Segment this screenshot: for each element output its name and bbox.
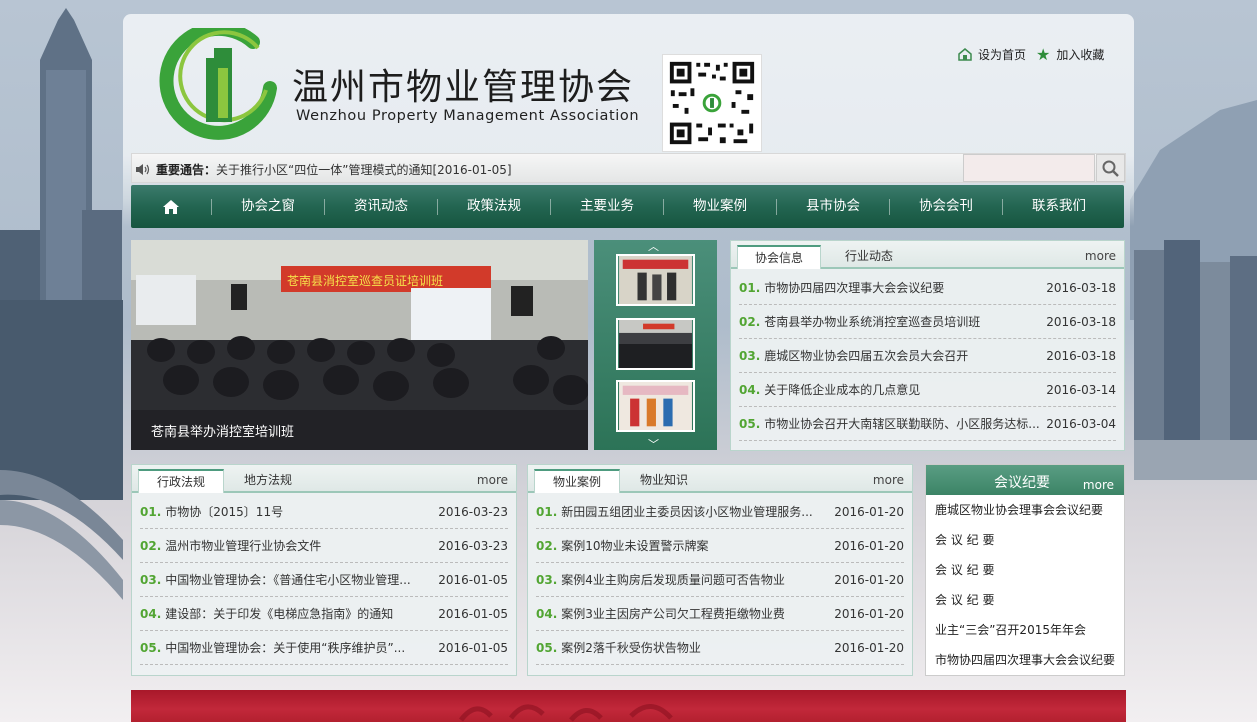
list-item[interactable]: 02. 苍南县举办物业系统消控室巡查员培训班 2016-03-18 [739,305,1116,339]
chevron-up-icon[interactable]: ︿ [648,238,659,254]
list-item[interactable]: 01. 新田园五组团业主委员因该小区物业管理服务... 2016-01-20 [536,495,904,529]
thumbnail-3[interactable] [616,380,695,432]
banner-decoration [459,704,673,722]
news-tabs: 协会信息 行业动态 more [731,241,1124,269]
meeting-minutes-title: 会议纪要 [994,475,1050,491]
tab-administrative-law[interactable]: 行政法规 [138,469,224,493]
nav-item-news[interactable]: 资讯动态 [325,185,437,228]
home-icon [163,199,179,214]
law-panel: 行政法规 地方法规 more 01. 市物协〔2015〕11号 2016-03-23… [131,464,517,676]
list-item[interactable]: 02. 案例10物业未设置警示牌案 2016-01-20 [536,529,904,563]
slideshow-image[interactable]: 苍南县消控室巡查员证培训班 [131,240,588,450]
meeting-minutes-header: 会议纪要 more [926,465,1124,495]
star-icon: ★ [1036,44,1051,64]
cases-panel: 物业案例 物业知识 more 01. 新田园五组团业主委员因该小区物业管理服务..… [527,464,913,676]
meeting-minutes-panel: 会议纪要 more 鹿城区物业协会理事会会议纪要 会 议 纪 要 会 议 纪 要… [925,464,1125,676]
cases-more-link[interactable]: more [873,473,904,487]
top-links: 设为首页 ★ 加入收藏 [958,46,1104,63]
notice-ticker[interactable]: 重要通告：关于推行小区“四位一体”管理模式的通知[2016-01-05] [135,161,512,178]
nav-home[interactable] [131,185,211,228]
list-item[interactable]: 业主“三会”召开2015年年会 [926,615,1124,645]
list-item[interactable]: 会 议 纪 要 [926,525,1124,555]
association-logo [159,28,277,140]
law-more-link[interactable]: more [477,473,508,487]
tab-association-info[interactable]: 协会信息 [737,245,821,269]
search-input[interactable] [963,154,1095,182]
law-tabs: 行政法规 地方法规 more [132,465,516,493]
slideshow-thumbnails: ︿ ﹀ [594,238,717,452]
list-item[interactable]: 会 议 纪 要 [926,555,1124,585]
list-item[interactable]: 03. 案例4业主购房后发现质量问题可否告物业 2016-01-20 [536,563,904,597]
cases-tabs: 物业案例 物业知识 more [528,465,912,493]
tab-property-knowledge[interactable]: 物业知识 [624,469,704,493]
tab-local-law[interactable]: 地方法规 [228,469,308,493]
list-item[interactable]: 05. 中国物业管理协会：关于使用“秩序维护员”... 2016-01-05 [140,631,508,665]
bookmark-link[interactable]: ★ 加入收藏 [1036,46,1104,63]
set-homepage-label: 设为首页 [978,48,1027,62]
thumbnail-2[interactable] [616,318,695,370]
list-item[interactable]: 03. 鹿城区物业协会四届五次会员大会召开 2016-03-18 [739,339,1116,373]
list-item[interactable]: 04. 建设部：关于印发《电梯应急指南》的通知 2016-01-05 [140,597,508,631]
training-photo: 苍南县消控室巡查员证培训班 [131,240,588,450]
list-item[interactable]: 市物协四届四次理事大会会议纪要 [926,645,1124,675]
meeting-minutes-more-link[interactable]: more [1083,478,1114,492]
slide-caption[interactable]: 苍南县举办消控室培训班 [151,421,294,440]
notice-text[interactable]: 关于推行小区“四位一体”管理模式的通知[2016-01-05] [216,163,512,177]
list-item[interactable]: 01. 市物协四届四次理事大会会议纪要 2016-03-18 [739,271,1116,305]
list-item[interactable]: 04. 案例3业主因房产公司欠工程费拒缴物业费 2016-01-20 [536,597,904,631]
home-icon [958,48,972,61]
list-item[interactable]: 04. 关于降低企业成本的几点意见 2016-03-14 [739,373,1116,407]
bottom-banner[interactable] [131,690,1126,722]
set-homepage-link[interactable]: 设为首页 [958,46,1026,63]
nav-item-window[interactable]: 协会之窗 [212,185,324,228]
list-item[interactable]: 05. 案例2落千秋受伤状告物业 2016-01-20 [536,631,904,665]
list-item[interactable]: 会 议 纪 要 [926,585,1124,615]
tab-industry-news[interactable]: 行业动态 [827,245,911,269]
news-panel: 协会信息 行业动态 more 01. 市物协四届四次理事大会会议纪要 2016-03… [730,240,1125,451]
site-subtitle: Wenzhou Property Management Association [296,108,640,124]
news-list: 01. 市物协四届四次理事大会会议纪要 2016-03-18 02. 苍南县举办物业系… [739,271,1116,441]
cases-list: 01. 新田园五组团业主委员因该小区物业管理服务... 2016-01-20 02.… [536,495,904,665]
list-item[interactable]: 03. 中国物业管理协会：《普通住宅小区物业管理... 2016-01-05 [140,563,508,597]
list-item[interactable]: 鹿城区物业协会理事会会议纪要 [926,495,1124,525]
qr-code-image [662,54,762,152]
speaker-icon [136,164,150,175]
list-item[interactable]: 01. 市物协〔2015〕11号 2016-03-23 [140,495,508,529]
thumbnail-1[interactable] [616,254,695,306]
law-list: 01. 市物协〔2015〕11号 2016-03-23 02. 温州市物业管理行业协会… [140,495,508,665]
tab-property-cases[interactable]: 物业案例 [534,469,620,493]
news-more-link[interactable]: more [1085,249,1116,263]
nav-item-business[interactable]: 主要业务 [551,185,663,228]
notice-label: 重要通告： [156,163,217,177]
site-title: 温州市物业管理协会 [292,67,635,108]
slide-banner-text: 苍南县消控室巡查员证培训班 [287,273,443,288]
nav-item-county[interactable]: 县市协会 [777,185,889,228]
nav-item-journal[interactable]: 协会会刊 [890,185,1002,228]
main-nav: 协会之窗 资讯动态 政策法规 主要业务 物业案例 县市协会 协会会刊 联系我们 [131,185,1124,228]
nav-item-contact[interactable]: 联系我们 [1003,185,1115,228]
list-item[interactable]: 05. 市物业协会召开大南辖区联勤联防、小区服务达标... 2016-03-04 [739,407,1116,441]
nav-item-cases[interactable]: 物业案例 [664,185,776,228]
list-item[interactable]: 02. 温州市物业管理行业协会文件 2016-03-23 [140,529,508,563]
nav-item-policy[interactable]: 政策法规 [438,185,550,228]
search-icon [1102,160,1119,177]
chevron-down-icon[interactable]: ﹀ [648,436,659,452]
bookmark-label: 加入收藏 [1056,48,1105,62]
search-button[interactable] [1096,154,1125,182]
